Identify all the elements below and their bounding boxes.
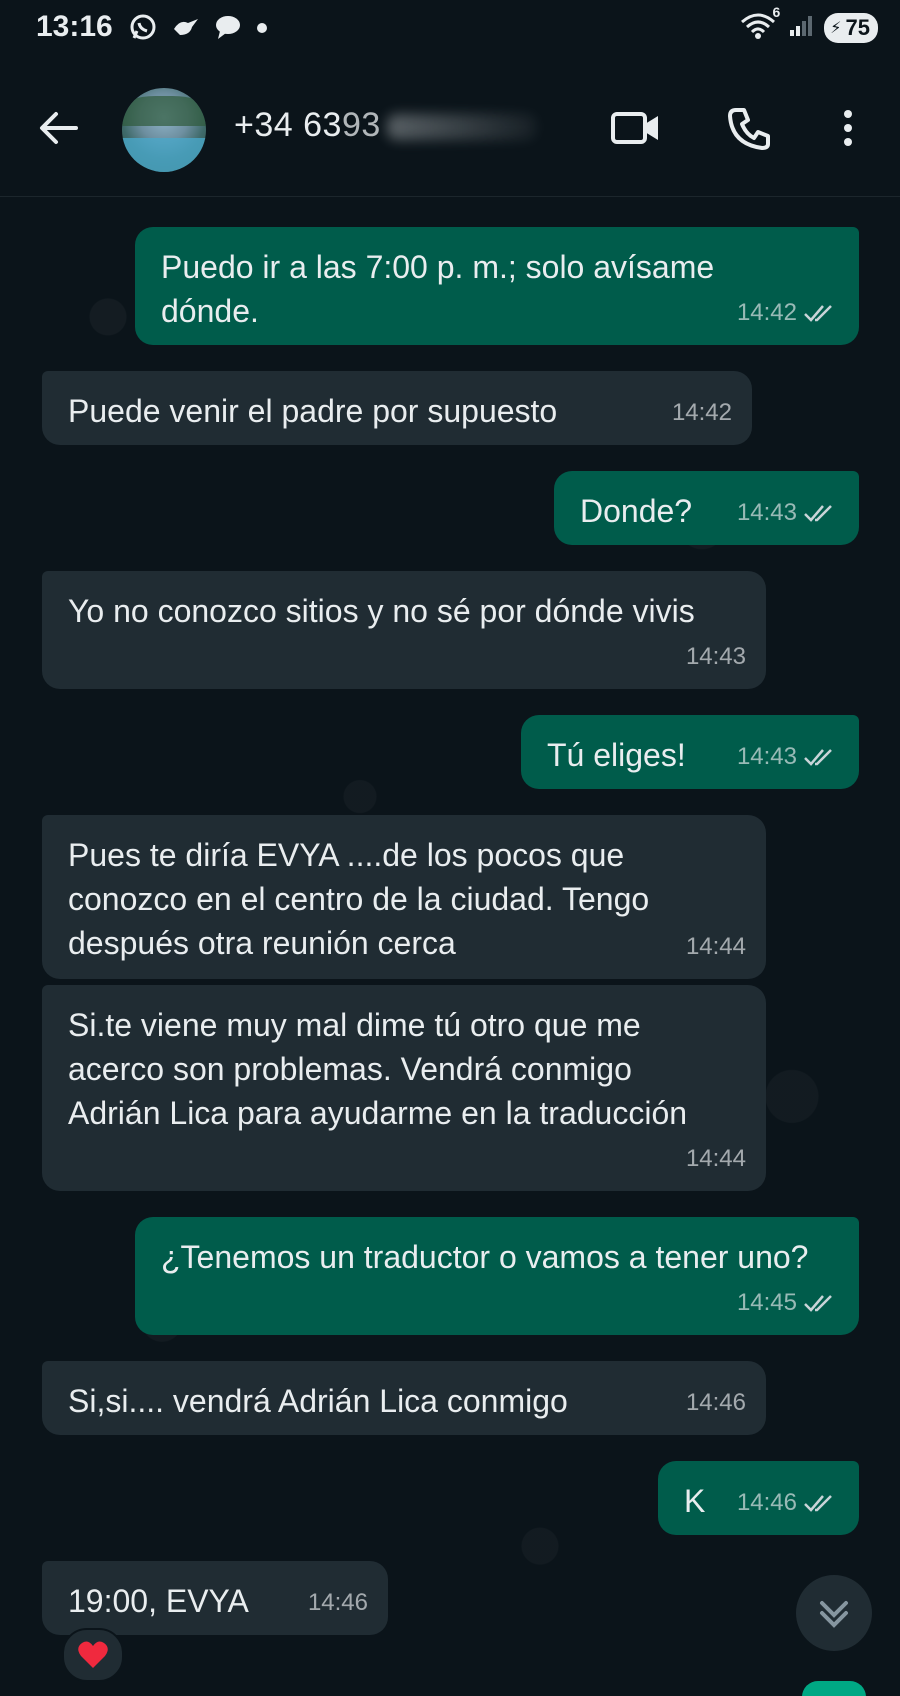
message-text: Si,si.... vendrá Adrián Lica conmigo: [68, 1383, 568, 1419]
message-outgoing[interactable]: Tú eliges! 14:43: [521, 715, 859, 789]
back-arrow-icon: [40, 112, 78, 144]
message-time: 14:43: [685, 643, 746, 670]
battery-level: 75: [845, 14, 870, 40]
chat-bubble-icon: [214, 14, 242, 45]
charging-bolt-icon: ⚡: [830, 19, 842, 37]
message-time: 14:43: [736, 499, 797, 526]
bird-icon: [172, 15, 200, 44]
back-button[interactable]: [30, 104, 86, 152]
status-notification-icons: [128, 12, 268, 47]
status-time: 13:16: [36, 10, 113, 43]
contact-avatar[interactable]: [122, 88, 206, 172]
input-bar-edge: [0, 1685, 900, 1696]
double-check-icon: [804, 1495, 832, 1512]
message-text: Yo no conozco sitios y no sé por dónde v…: [68, 593, 695, 629]
message-incoming[interactable]: Puede venir el padre por supuesto 14:42: [42, 371, 752, 445]
message-incoming[interactable]: Si,si.... vendrá Adrián Lica conmigo 14:…: [42, 1361, 766, 1435]
message-incoming[interactable]: 19:00, EVYA 14:46: [42, 1561, 388, 1635]
double-check-icon: [804, 749, 832, 766]
chat-header: +34 6393: [0, 56, 900, 197]
status-right-icons: 6 ⚡ 75: [738, 4, 878, 45]
message-outgoing[interactable]: Puedo ir a las 7:00 p. m.; solo avísame …: [135, 227, 859, 345]
contact-name[interactable]: +34 6393: [234, 106, 537, 145]
double-check-icon: [804, 305, 832, 322]
message-incoming[interactable]: Pues te diría EVYA ....de los pocos que …: [42, 815, 766, 979]
status-bar: 13:16 6 ⚡ 75: [0, 0, 900, 56]
message-time: 14:46: [685, 1389, 746, 1416]
chat-area[interactable]: Puedo ir a las 7:00 p. m.; solo avísame …: [0, 197, 900, 1696]
message-text: Puede venir el padre por supuesto: [68, 393, 558, 429]
message-text: ¿Tenemos un traductor o vamos a tener un…: [161, 1239, 809, 1275]
contact-number: +34 63: [234, 106, 342, 144]
message-text: Pues te diría EVYA ....de los pocos que …: [68, 837, 650, 961]
more-vert-icon: [844, 110, 852, 146]
message-outgoing[interactable]: K 14:46: [658, 1461, 859, 1535]
double-check-icon: [804, 505, 832, 522]
voice-call-button[interactable]: [722, 102, 778, 154]
send-button-edge[interactable]: [802, 1681, 866, 1696]
message-outgoing[interactable]: Donde? 14:43: [554, 471, 859, 545]
message-time: 14:44: [685, 1145, 746, 1172]
message-incoming[interactable]: Si.te viene muy mal dime tú otro que me …: [42, 985, 766, 1191]
contact-number-partial: 93: [341, 106, 381, 144]
message-time: 14:46: [307, 1589, 368, 1616]
message-time: 14:45: [736, 1289, 797, 1316]
message-time: 14:42: [671, 399, 732, 426]
message-incoming[interactable]: Yo no conozco sitios y no sé por dónde v…: [42, 571, 766, 689]
network-type-label: 6: [772, 4, 781, 20]
message-time: 14:44: [685, 933, 746, 960]
message-outgoing[interactable]: ¿Tenemos un traductor o vamos a tener un…: [135, 1217, 859, 1335]
more-options-button[interactable]: [820, 102, 876, 154]
double-check-icon: [804, 1295, 832, 1312]
video-call-icon: [611, 112, 658, 144]
message-text: Puedo ir a las 7:00 p. m.; solo avísame …: [161, 249, 715, 329]
battery-icon: ⚡ 75: [824, 12, 878, 43]
double-chevron-down-icon: [820, 1601, 848, 1628]
message-time: 14:43: [736, 743, 797, 770]
heart-icon: [78, 1641, 108, 1668]
whatsapp-icon: [128, 12, 158, 47]
video-call-button[interactable]: [608, 102, 664, 154]
reaction-badge[interactable]: [62, 1628, 124, 1682]
dot-icon: [256, 21, 268, 39]
phone-icon: [728, 108, 770, 150]
message-time: 14:42: [736, 299, 797, 326]
message-text: Si.te viene muy mal dime tú otro que me …: [68, 1007, 688, 1131]
scroll-to-bottom-button[interactable]: [796, 1575, 872, 1651]
message-time: 14:46: [736, 1489, 797, 1516]
signal-icon: [788, 12, 814, 43]
wifi-icon: 6: [738, 4, 780, 45]
redacted-number: [386, 114, 537, 141]
